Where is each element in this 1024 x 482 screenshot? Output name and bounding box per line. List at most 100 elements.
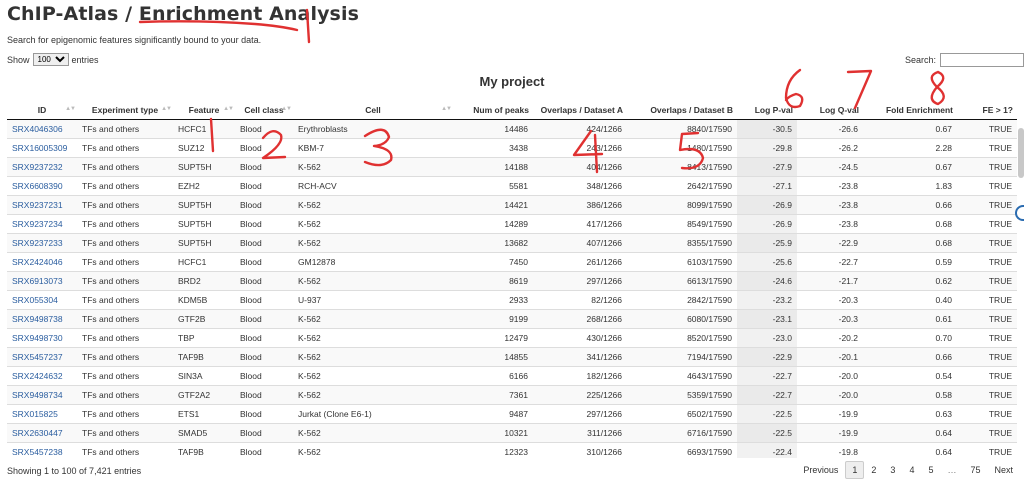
- experiment-id-link[interactable]: SRX9237233: [12, 238, 63, 248]
- experiment-id-link[interactable]: SRX9237234: [12, 219, 63, 229]
- cell-experiment-type: TFs and others: [77, 290, 173, 310]
- cell-log-p-val: -25.9: [737, 233, 797, 253]
- column-header-num-of-peaks[interactable]: Num of peaks: [453, 101, 533, 120]
- experiment-id-link[interactable]: SRX9498734: [12, 390, 63, 400]
- cell-log-q-val: -20.2: [797, 328, 863, 348]
- pagination-page-4[interactable]: 4: [902, 461, 921, 479]
- cell-experiment-type: TFs and others: [77, 176, 173, 196]
- cell-overlaps-b: 8549/17590: [627, 214, 737, 234]
- cell-fold-enrichment: 0.40: [863, 290, 957, 310]
- pagination-previous[interactable]: Previous: [796, 461, 845, 479]
- cell-log-q-val: -23.8: [797, 176, 863, 196]
- cell-id: SRX055304: [7, 290, 77, 310]
- pagination-next[interactable]: Next: [987, 461, 1020, 479]
- cell-id: SRX015825: [7, 404, 77, 424]
- cell-fe-gt-1: TRUE: [957, 138, 1017, 158]
- cell-id: SRX9498738: [7, 309, 77, 329]
- pagination-page-1[interactable]: 1: [845, 461, 865, 479]
- cell-overlaps-a: 261/1266: [533, 252, 627, 272]
- cell-log-p-val: -22.4: [737, 442, 797, 458]
- column-header-cell[interactable]: Cell ▲▼: [293, 101, 453, 120]
- column-header-feature[interactable]: Feature ▲▼: [173, 101, 235, 120]
- cell-log-p-val: -22.5: [737, 423, 797, 443]
- pagination-page-2[interactable]: 2: [864, 461, 883, 479]
- cell-id: SRX5457238: [7, 442, 77, 458]
- cell-cell-class: Blood: [235, 347, 293, 367]
- page-length-select[interactable]: 100: [32, 53, 69, 66]
- column-header-id[interactable]: ID ▲▼: [7, 101, 77, 120]
- cell-id: SRX2630447: [7, 423, 77, 443]
- cell-cell: K-562: [293, 214, 453, 234]
- cell-fold-enrichment: 0.64: [863, 423, 957, 443]
- cell-fe-gt-1: TRUE: [957, 385, 1017, 405]
- experiment-id-link[interactable]: SRX4046306: [12, 124, 63, 134]
- cell-id: SRX2424632: [7, 366, 77, 386]
- cell-fe-gt-1: TRUE: [957, 176, 1017, 196]
- experiment-id-link[interactable]: SRX9498738: [12, 314, 63, 324]
- vertical-scrollbar-thumb[interactable]: [1018, 128, 1024, 178]
- table-row: SRX9498730 TFs and others TBP Blood K-562 124…: [7, 328, 1017, 348]
- column-header-overlaps-b[interactable]: Overlaps / Dataset B: [627, 101, 737, 120]
- cell-log-q-val: -26.2: [797, 138, 863, 158]
- cell-log-q-val: -22.9: [797, 233, 863, 253]
- cell-cell: K-562: [293, 366, 453, 386]
- experiment-id-link[interactable]: SRX6608390: [12, 181, 63, 191]
- column-header-cell-class[interactable]: Cell class ▲▼: [235, 101, 293, 120]
- side-widget-icon[interactable]: [1015, 205, 1024, 221]
- cell-feature: KDM5B: [173, 290, 235, 310]
- table-row: SRX9237234 TFs and others SUPT5H Blood K-562…: [7, 214, 1017, 234]
- cell-overlaps-b: 4643/17590: [627, 366, 737, 386]
- experiment-id-link[interactable]: SRX2630447: [12, 428, 63, 438]
- column-header-fe-gt-1[interactable]: FE > 1?: [957, 101, 1017, 120]
- column-header-label: ID: [37, 105, 47, 115]
- experiment-id-link[interactable]: SRX16005309: [12, 143, 67, 153]
- experiment-id-link[interactable]: SRX9237232: [12, 162, 63, 172]
- cell-cell: K-562: [293, 195, 453, 215]
- cell-overlaps-a: 82/1266: [533, 290, 627, 310]
- experiment-id-link[interactable]: SRX5457238: [12, 447, 63, 457]
- column-header-label: Log Q-val: [819, 105, 859, 115]
- experiment-id-link[interactable]: SRX055304: [12, 295, 58, 305]
- cell-fold-enrichment: 0.66: [863, 347, 957, 367]
- experiment-id-link[interactable]: SRX2424632: [12, 371, 63, 381]
- cell-experiment-type: TFs and others: [77, 385, 173, 405]
- experiment-id-link[interactable]: SRX9498730: [12, 333, 63, 343]
- cell-feature: GTF2A2: [173, 385, 235, 405]
- pagination-page-last[interactable]: 75: [963, 461, 987, 479]
- cell-overlaps-a: 341/1266: [533, 347, 627, 367]
- experiment-id-link[interactable]: SRX6913073: [12, 276, 63, 286]
- cell-cell: GM12878: [293, 252, 453, 272]
- experiment-id-link[interactable]: SRX2424046: [12, 257, 63, 267]
- table-row: SRX015825 TFs and others ETS1 Blood Jurkat (…: [7, 404, 1017, 424]
- column-header-label: Cell class: [244, 105, 284, 115]
- cell-overlaps-a: 297/1266: [533, 271, 627, 291]
- experiment-id-link[interactable]: SRX5457237: [12, 352, 63, 362]
- cell-overlaps-a: 310/1266: [533, 442, 627, 458]
- cell-id: SRX2424046: [7, 252, 77, 272]
- cell-experiment-type: TFs and others: [77, 404, 173, 424]
- experiment-id-link[interactable]: SRX015825: [12, 409, 58, 419]
- cell-experiment-type: TFs and others: [77, 119, 173, 139]
- search-input[interactable]: [940, 53, 1024, 67]
- table-header-row: ID ▲▼ Experiment type ▲▼ Feature ▲▼ Cell cl…: [7, 101, 1017, 120]
- pagination-page-5[interactable]: 5: [921, 461, 940, 479]
- experiment-id-link[interactable]: SRX9237231: [12, 200, 63, 210]
- column-header-overlaps-a[interactable]: Overlaps / Dataset A: [533, 101, 627, 120]
- cell-fe-gt-1: TRUE: [957, 347, 1017, 367]
- cell-log-p-val: -29.8: [737, 138, 797, 158]
- cell-log-q-val: -20.3: [797, 290, 863, 310]
- cell-fold-enrichment: 0.66: [863, 195, 957, 215]
- column-header-fold-enrichment[interactable]: Fold Enrichment: [863, 101, 957, 120]
- cell-feature: SUPT5H: [173, 233, 235, 253]
- column-header-experiment-type[interactable]: Experiment type ▲▼: [77, 101, 173, 120]
- cell-feature: BRD2: [173, 271, 235, 291]
- column-header-log-p-val[interactable]: Log P-val: [737, 101, 797, 120]
- table-row: SRX2424046 TFs and others HCFC1 Blood GM1287…: [7, 252, 1017, 272]
- cell-fold-enrichment: 0.64: [863, 442, 957, 458]
- cell-log-p-val: -22.5: [737, 404, 797, 424]
- cell-feature: HCFC1: [173, 252, 235, 272]
- table-body: SRX4046306 TFs and others HCFC1 Blood Erythr…: [7, 119, 1017, 458]
- pagination-page-3[interactable]: 3: [883, 461, 902, 479]
- column-header-log-q-val[interactable]: Log Q-val: [797, 101, 863, 120]
- table-row: SRX9498738 TFs and others GTF2B Blood K-562 9…: [7, 309, 1017, 329]
